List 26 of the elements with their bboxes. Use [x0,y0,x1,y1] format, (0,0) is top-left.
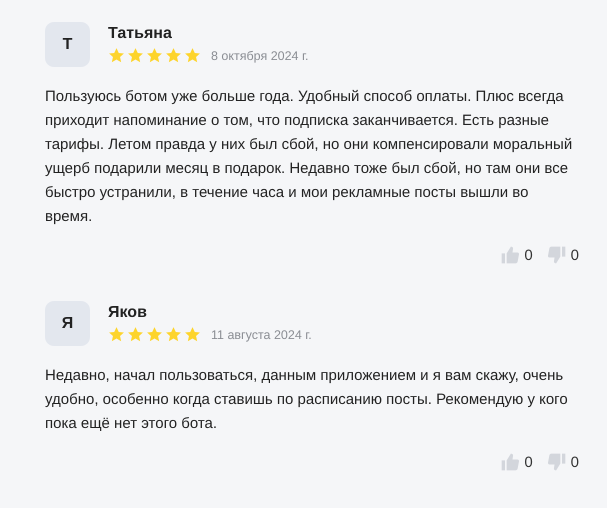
star-icon [146,326,163,343]
star-icon [127,47,144,64]
dislike-button[interactable]: 0 [546,452,579,472]
avatar: Я [45,301,90,346]
review-date: 11 августа 2024 г. [211,328,312,342]
review-text: Недавно, начал пользоваться, данным приложением и я вам скажу, очень удобно, особенно когда ставишь по расписанию посты. Рекомендую у кого пока ещё нет этого бота. [45,366,569,434]
star-icon [146,47,163,64]
thumbs-up-icon [500,245,520,265]
star-icon [165,47,182,64]
star-icon [108,47,125,64]
review-text: Пользуюсь ботом уже больше года. Удобный способ оплаты. Плюс всегда приходит напоминание о том, что подписка заканчивается. Есть разные тарифы. Летом правда у них был сбой, но они компенсировали моральный ущерб подарили месяц в подарок. Недавно тоже был сбой, но там они все быстро устранили, в течение часа и мои рекламные посты вышли во время. [45,87,574,227]
thumbs-up-icon [500,452,520,472]
star-icon [184,47,201,64]
review-date: 8 октября 2024 г. [211,48,308,62]
avatar: Т [45,22,90,67]
reviewer-name: Яков [108,304,148,322]
like-button[interactable]: 0 [500,245,533,265]
thumbs-down-icon [546,245,567,265]
reviewer-name: Татьяна [108,25,173,43]
star-icon [108,326,125,343]
thumbs-down-icon [546,452,567,472]
star-icon [165,326,182,343]
dislike-button[interactable]: 0 [546,245,579,265]
star-icon [184,326,201,343]
like-button[interactable]: 0 [500,452,533,472]
star-icon [127,326,144,343]
